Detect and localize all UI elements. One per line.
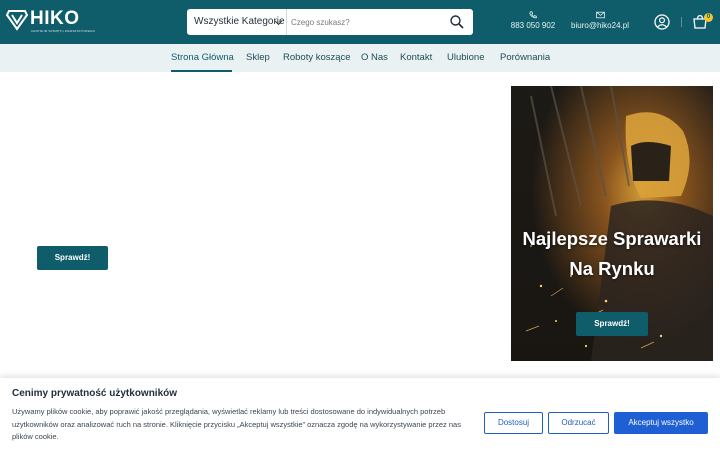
logo[interactable]: HIKO CENTRUM SPRZĘTU WARSZTATOWEGO (6, 9, 96, 35)
nav-item-home[interactable]: Strona Główna (171, 52, 234, 63)
account-button[interactable] (654, 14, 670, 30)
nav-item-favorites[interactable]: Ulubione (447, 52, 485, 63)
cookie-description: Używamy plików cookie, aby poprawić jako… (12, 407, 461, 441)
hero-check-button[interactable]: Sprawdź! (37, 246, 108, 270)
cart-count-badge: 0 (704, 13, 713, 22)
category-select-label: Wszystkie Kategorie (194, 16, 285, 27)
promo-banner[interactable]: Najlepsze Sprawarki Na Rynku Sprawdź! (511, 86, 713, 361)
cookie-customize-button[interactable]: Dostosuj (484, 412, 543, 434)
nav-item-about[interactable]: O Nas (361, 52, 388, 63)
nav-item-robot-mowers[interactable]: Roboty koszące (283, 52, 351, 63)
phone-number: 883 050 902 (510, 21, 556, 30)
phone-contact[interactable]: 883 050 902 (501, 11, 565, 35)
logo-text: HIKO (30, 8, 80, 29)
mail-icon (595, 11, 605, 19)
nav-active-indicator (171, 70, 232, 72)
search-input[interactable] (291, 13, 441, 31)
top-header: HIKO CENTRUM SPRZĘTU WARSZTATOWEGO Wszys… (0, 0, 720, 44)
nav-item-compare[interactable]: Porównania (500, 52, 550, 63)
search-button[interactable] (449, 14, 465, 30)
cookie-accept-all-button[interactable]: Akceptuj wszystko (614, 412, 708, 434)
nav-item-contact[interactable]: Kontakt (400, 52, 432, 63)
user-icon (654, 14, 670, 30)
phone-icon (529, 11, 537, 19)
promo-check-button[interactable]: Sprawdź! (576, 312, 648, 336)
email-contact[interactable]: biuro@hiko24.pl (568, 11, 632, 35)
header-divider (681, 17, 682, 27)
logo-tagline: CENTRUM SPRZĘTU WARSZTATOWEGO (31, 29, 96, 33)
category-select[interactable]: Wszystkie Kategorie (187, 9, 287, 35)
search-bar: Wszystkie Kategorie (187, 9, 473, 35)
cookie-reject-button[interactable]: Odrzucać (548, 412, 609, 434)
cookie-consent-banner: Cenimy prywatność użytkowników Używamy p… (0, 378, 720, 450)
search-icon (450, 15, 464, 29)
main-nav: Strona Główna Sklep Roboty koszące O Nas… (0, 44, 720, 72)
promo-title: Najlepsze Sprawarki Na Rynku (522, 228, 702, 279)
nav-item-shop[interactable]: Sklep (246, 52, 270, 63)
cookie-title: Cenimy prywatność użytkowników (12, 388, 178, 399)
email-address: biuro@hiko24.pl (571, 21, 629, 30)
hiko-logo-icon (6, 10, 28, 31)
